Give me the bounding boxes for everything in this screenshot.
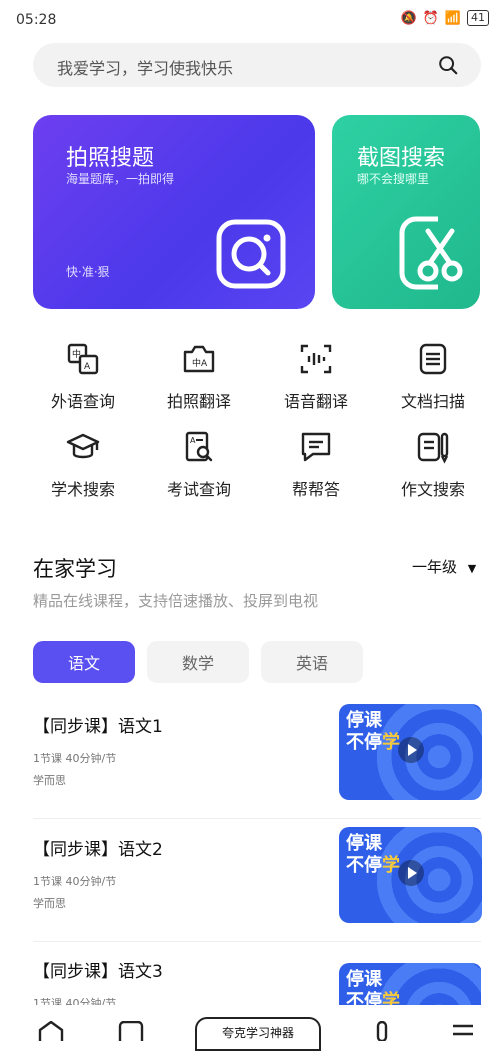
tool-essay-search[interactable]: 作文搜索 <box>378 430 488 510</box>
course-thumbnail[interactable]: 停课 不停学 <box>339 704 482 800</box>
thumbnail-text: 不停学 <box>346 855 400 876</box>
chat-answer-icon <box>301 432 331 462</box>
tab-english[interactable]: 英语 <box>261 641 363 683</box>
microphone-icon[interactable] <box>372 1021 392 1041</box>
photo-search-card[interactable]: 拍照搜题 海量题库，一拍即得 快·准·狠 <box>33 115 315 309</box>
search-icon[interactable] <box>437 54 459 76</box>
tool-label: 拍照翻译 <box>166 392 231 411</box>
battery-icon: 41 <box>467 10 489 26</box>
svg-text:A: A <box>84 362 91 372</box>
home-icon[interactable] <box>38 1021 64 1041</box>
photo-search-tag: 快·准·狠 <box>66 265 110 279</box>
tool-label: 文档扫描 <box>400 392 465 411</box>
divider <box>33 818 481 819</box>
tool-label: 帮帮答 <box>291 480 340 499</box>
svg-text:A: A <box>190 436 196 445</box>
status-time: 05:28 <box>16 12 57 28</box>
play-icon <box>398 737 424 763</box>
grade-selector[interactable]: 一年级 ▼ <box>412 556 476 577</box>
alarm-icon: ⏰ <box>422 10 439 26</box>
tool-document-scan[interactable]: 文档扫描 <box>378 342 488 422</box>
search-input[interactable]: 我爱学习，学习使我快乐 <box>57 55 233 79</box>
voice-translate-icon <box>300 344 332 374</box>
wifi-icon: 📶 <box>444 10 461 26</box>
tool-label: 考试查询 <box>166 480 231 499</box>
divider <box>33 941 481 942</box>
document-scan-icon <box>419 343 447 375</box>
grade-label: 一年级 <box>412 558 458 576</box>
course-item[interactable]: 【同步课】语文1 1节课 40分钟/节 学而思 停课 不停学 <box>33 704 482 832</box>
exam-search-icon: A <box>185 431 213 462</box>
thumbnail-text: 不停学 <box>346 732 400 753</box>
tabs-icon[interactable] <box>118 1021 144 1041</box>
thumbnail-text: 不停学 <box>346 991 400 1005</box>
scissors-icon <box>399 216 463 290</box>
course-meta: 1节课 40分钟/节 <box>33 752 117 765</box>
search-bar[interactable]: 我爱学习，学习使我快乐 <box>33 43 481 87</box>
bottom-nav: 夸克学习神器 <box>0 1005 499 1051</box>
course-meta: 1节课 40分钟/节 <box>33 875 117 888</box>
tool-label: 外语查询 <box>50 392 115 411</box>
screenshot-search-card[interactable]: 截图搜索 哪不会搜哪里 <box>332 115 480 309</box>
thumbnail-text: 停课 <box>346 710 382 731</box>
tool-label: 学术搜索 <box>50 480 115 499</box>
essay-search-icon <box>417 432 449 464</box>
course-item[interactable]: 【同步课】语文2 1节课 40分钟/节 学而思 停课 不停学 <box>33 827 482 955</box>
caret-down-icon: ▼ <box>467 562 477 575</box>
status-icons: 🔕 ⏰ 📶 41 <box>400 10 489 26</box>
translate-dictionary-icon: 中 A <box>67 343 99 375</box>
camera-translate-icon: 中A <box>183 345 215 373</box>
tool-exam-search[interactable]: A 考试查询 <box>144 430 254 510</box>
course-thumbnail[interactable]: 停课 不停学 <box>339 963 481 1005</box>
tool-chat-answer[interactable]: 帮帮答 <box>261 430 371 510</box>
course-title: 【同步课】语文3 <box>33 962 163 982</box>
tool-camera-translate[interactable]: 中A 拍照翻译 <box>144 342 254 422</box>
mute-icon: 🔕 <box>400 10 417 26</box>
section-title: 在家学习 <box>33 557 117 581</box>
tool-label: 作文搜索 <box>400 480 465 499</box>
thumbnail-text: 停课 <box>346 833 382 854</box>
course-meta: 1节课 40分钟/节 <box>33 997 117 1005</box>
course-title: 【同步课】语文1 <box>33 717 163 737</box>
menu-icon[interactable] <box>450 1023 476 1041</box>
tool-translate-dictionary[interactable]: 中 A 外语查询 <box>28 342 138 422</box>
tool-academic-search[interactable]: 学术搜索 <box>28 430 138 510</box>
tab-math[interactable]: 数学 <box>147 641 249 683</box>
course-thumbnail[interactable]: 停课 不停学 <box>339 827 482 923</box>
play-icon <box>398 860 424 886</box>
svg-text:中A: 中A <box>192 357 208 369</box>
course-title: 【同步课】语文2 <box>33 840 163 860</box>
section-subtitle: 精品在线课程，支持倍速播放、投屏到电视 <box>33 592 319 610</box>
graduation-cap-icon <box>66 433 100 459</box>
tool-label: 语音翻译 <box>283 392 348 411</box>
screenshot-search-title: 截图搜索 <box>357 146 446 171</box>
tool-voice-translate[interactable]: 语音翻译 <box>261 342 371 422</box>
screenshot-search-subtitle: 哪不会搜哪里 <box>357 172 430 186</box>
course-org: 学而思 <box>33 897 66 910</box>
camera-search-icon <box>216 219 286 289</box>
thumbnail-text: 停课 <box>346 969 382 990</box>
learning-tools-button[interactable]: 夸克学习神器 <box>195 1017 321 1051</box>
photo-search-subtitle: 海量题库，一拍即得 <box>66 172 175 186</box>
course-item[interactable]: 【同步课】语文3 1节课 40分钟/节 停课 不停学 <box>33 957 481 1005</box>
status-bar: 05:28 🔕 ⏰ 📶 41 <box>0 0 499 40</box>
svg-text:中: 中 <box>72 348 81 360</box>
tab-chinese[interactable]: 语文 <box>33 641 135 683</box>
photo-search-title: 拍照搜题 <box>66 146 155 171</box>
course-org: 学而思 <box>33 774 66 787</box>
